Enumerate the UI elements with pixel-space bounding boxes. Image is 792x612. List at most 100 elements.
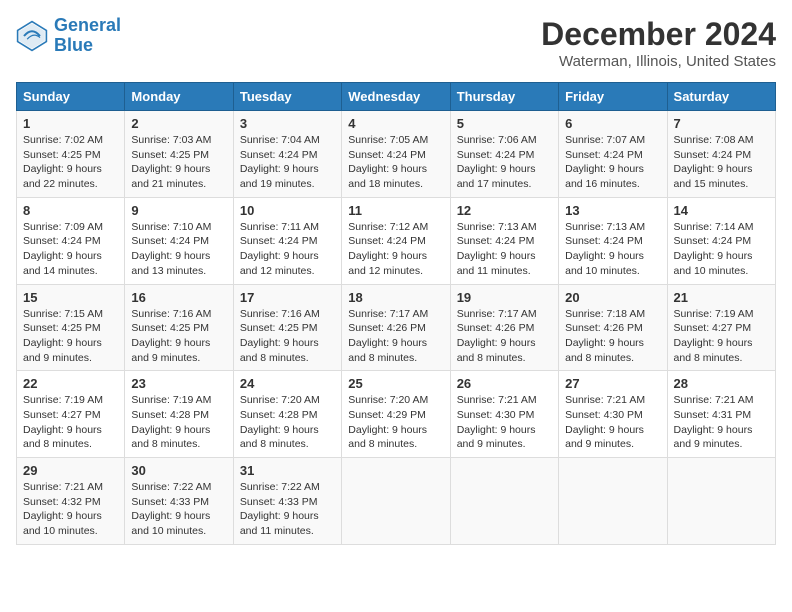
day-number: 9 <box>131 203 226 218</box>
page-header: General Blue December 2024 Waterman, Ill… <box>16 16 776 70</box>
day-info: Sunrise: 7:19 AM Sunset: 4:28 PM Dayligh… <box>131 393 226 452</box>
calendar-cell: 5 Sunrise: 7:06 AM Sunset: 4:24 PM Dayli… <box>450 111 558 198</box>
logo: General Blue <box>16 16 121 56</box>
calendar-header-row: Sunday Monday Tuesday Wednesday Thursday… <box>17 83 776 111</box>
day-info: Sunrise: 7:11 AM Sunset: 4:24 PM Dayligh… <box>240 220 335 279</box>
day-info: Sunrise: 7:15 AM Sunset: 4:25 PM Dayligh… <box>23 307 118 366</box>
day-number: 31 <box>240 463 335 478</box>
day-number: 30 <box>131 463 226 478</box>
day-number: 11 <box>348 203 443 218</box>
day-number: 14 <box>674 203 769 218</box>
calendar-cell: 23 Sunrise: 7:19 AM Sunset: 4:28 PM Dayl… <box>125 371 233 458</box>
day-number: 4 <box>348 116 443 131</box>
calendar-cell: 29 Sunrise: 7:21 AM Sunset: 4:32 PM Dayl… <box>17 458 125 545</box>
day-info: Sunrise: 7:13 AM Sunset: 4:24 PM Dayligh… <box>457 220 552 279</box>
col-tuesday: Tuesday <box>233 83 341 111</box>
title-section: December 2024 Waterman, Illinois, United… <box>541 16 776 70</box>
day-info: Sunrise: 7:22 AM Sunset: 4:33 PM Dayligh… <box>131 480 226 539</box>
calendar-cell: 24 Sunrise: 7:20 AM Sunset: 4:28 PM Dayl… <box>233 371 341 458</box>
calendar-cell: 19 Sunrise: 7:17 AM Sunset: 4:26 PM Dayl… <box>450 284 558 371</box>
calendar-cell: 9 Sunrise: 7:10 AM Sunset: 4:24 PM Dayli… <box>125 197 233 284</box>
col-wednesday: Wednesday <box>342 83 450 111</box>
calendar-cell: 10 Sunrise: 7:11 AM Sunset: 4:24 PM Dayl… <box>233 197 341 284</box>
calendar-week-row-1: 1 Sunrise: 7:02 AM Sunset: 4:25 PM Dayli… <box>17 111 776 198</box>
calendar-cell: 21 Sunrise: 7:19 AM Sunset: 4:27 PM Dayl… <box>667 284 775 371</box>
calendar-week-row-5: 29 Sunrise: 7:21 AM Sunset: 4:32 PM Dayl… <box>17 458 776 545</box>
day-number: 1 <box>23 116 118 131</box>
day-number: 26 <box>457 376 552 391</box>
page-title: December 2024 <box>541 16 776 53</box>
calendar-cell: 4 Sunrise: 7:05 AM Sunset: 4:24 PM Dayli… <box>342 111 450 198</box>
day-info: Sunrise: 7:17 AM Sunset: 4:26 PM Dayligh… <box>348 307 443 366</box>
day-number: 8 <box>23 203 118 218</box>
calendar-cell: 20 Sunrise: 7:18 AM Sunset: 4:26 PM Dayl… <box>559 284 667 371</box>
col-monday: Monday <box>125 83 233 111</box>
logo-icon <box>16 20 48 52</box>
day-number: 16 <box>131 290 226 305</box>
calendar-cell: 15 Sunrise: 7:15 AM Sunset: 4:25 PM Dayl… <box>17 284 125 371</box>
col-friday: Friday <box>559 83 667 111</box>
calendar-cell: 6 Sunrise: 7:07 AM Sunset: 4:24 PM Dayli… <box>559 111 667 198</box>
day-info: Sunrise: 7:21 AM Sunset: 4:30 PM Dayligh… <box>565 393 660 452</box>
day-number: 3 <box>240 116 335 131</box>
calendar-cell: 2 Sunrise: 7:03 AM Sunset: 4:25 PM Dayli… <box>125 111 233 198</box>
day-info: Sunrise: 7:22 AM Sunset: 4:33 PM Dayligh… <box>240 480 335 539</box>
day-number: 13 <box>565 203 660 218</box>
day-number: 6 <box>565 116 660 131</box>
calendar-cell <box>559 458 667 545</box>
calendar-cell: 1 Sunrise: 7:02 AM Sunset: 4:25 PM Dayli… <box>17 111 125 198</box>
calendar-week-row-2: 8 Sunrise: 7:09 AM Sunset: 4:24 PM Dayli… <box>17 197 776 284</box>
col-thursday: Thursday <box>450 83 558 111</box>
day-info: Sunrise: 7:09 AM Sunset: 4:24 PM Dayligh… <box>23 220 118 279</box>
calendar-cell: 31 Sunrise: 7:22 AM Sunset: 4:33 PM Dayl… <box>233 458 341 545</box>
day-number: 17 <box>240 290 335 305</box>
calendar-cell: 22 Sunrise: 7:19 AM Sunset: 4:27 PM Dayl… <box>17 371 125 458</box>
day-number: 25 <box>348 376 443 391</box>
col-sunday: Sunday <box>17 83 125 111</box>
day-info: Sunrise: 7:20 AM Sunset: 4:28 PM Dayligh… <box>240 393 335 452</box>
day-info: Sunrise: 7:21 AM Sunset: 4:31 PM Dayligh… <box>674 393 769 452</box>
calendar-cell: 12 Sunrise: 7:13 AM Sunset: 4:24 PM Dayl… <box>450 197 558 284</box>
day-number: 28 <box>674 376 769 391</box>
day-info: Sunrise: 7:21 AM Sunset: 4:30 PM Dayligh… <box>457 393 552 452</box>
calendar-cell: 3 Sunrise: 7:04 AM Sunset: 4:24 PM Dayli… <box>233 111 341 198</box>
day-info: Sunrise: 7:19 AM Sunset: 4:27 PM Dayligh… <box>23 393 118 452</box>
day-number: 12 <box>457 203 552 218</box>
day-info: Sunrise: 7:10 AM Sunset: 4:24 PM Dayligh… <box>131 220 226 279</box>
day-number: 22 <box>23 376 118 391</box>
day-info: Sunrise: 7:21 AM Sunset: 4:32 PM Dayligh… <box>23 480 118 539</box>
day-info: Sunrise: 7:06 AM Sunset: 4:24 PM Dayligh… <box>457 133 552 192</box>
day-info: Sunrise: 7:03 AM Sunset: 4:25 PM Dayligh… <box>131 133 226 192</box>
day-info: Sunrise: 7:12 AM Sunset: 4:24 PM Dayligh… <box>348 220 443 279</box>
day-info: Sunrise: 7:19 AM Sunset: 4:27 PM Dayligh… <box>674 307 769 366</box>
calendar-cell: 30 Sunrise: 7:22 AM Sunset: 4:33 PM Dayl… <box>125 458 233 545</box>
calendar-cell: 8 Sunrise: 7:09 AM Sunset: 4:24 PM Dayli… <box>17 197 125 284</box>
calendar-cell <box>667 458 775 545</box>
day-number: 7 <box>674 116 769 131</box>
page-subtitle: Waterman, Illinois, United States <box>541 53 776 70</box>
day-number: 19 <box>457 290 552 305</box>
day-number: 27 <box>565 376 660 391</box>
calendar-cell: 16 Sunrise: 7:16 AM Sunset: 4:25 PM Dayl… <box>125 284 233 371</box>
day-info: Sunrise: 7:02 AM Sunset: 4:25 PM Dayligh… <box>23 133 118 192</box>
day-number: 20 <box>565 290 660 305</box>
calendar-cell: 18 Sunrise: 7:17 AM Sunset: 4:26 PM Dayl… <box>342 284 450 371</box>
day-number: 29 <box>23 463 118 478</box>
calendar-cell: 26 Sunrise: 7:21 AM Sunset: 4:30 PM Dayl… <box>450 371 558 458</box>
calendar-cell: 7 Sunrise: 7:08 AM Sunset: 4:24 PM Dayli… <box>667 111 775 198</box>
logo-text: General Blue <box>54 16 121 56</box>
day-info: Sunrise: 7:14 AM Sunset: 4:24 PM Dayligh… <box>674 220 769 279</box>
day-info: Sunrise: 7:05 AM Sunset: 4:24 PM Dayligh… <box>348 133 443 192</box>
calendar-cell: 28 Sunrise: 7:21 AM Sunset: 4:31 PM Dayl… <box>667 371 775 458</box>
day-info: Sunrise: 7:18 AM Sunset: 4:26 PM Dayligh… <box>565 307 660 366</box>
calendar-cell <box>450 458 558 545</box>
calendar-table: Sunday Monday Tuesday Wednesday Thursday… <box>16 82 776 545</box>
day-number: 21 <box>674 290 769 305</box>
calendar-cell: 11 Sunrise: 7:12 AM Sunset: 4:24 PM Dayl… <box>342 197 450 284</box>
day-info: Sunrise: 7:16 AM Sunset: 4:25 PM Dayligh… <box>240 307 335 366</box>
col-saturday: Saturday <box>667 83 775 111</box>
day-number: 18 <box>348 290 443 305</box>
calendar-week-row-3: 15 Sunrise: 7:15 AM Sunset: 4:25 PM Dayl… <box>17 284 776 371</box>
day-number: 24 <box>240 376 335 391</box>
calendar-week-row-4: 22 Sunrise: 7:19 AM Sunset: 4:27 PM Dayl… <box>17 371 776 458</box>
